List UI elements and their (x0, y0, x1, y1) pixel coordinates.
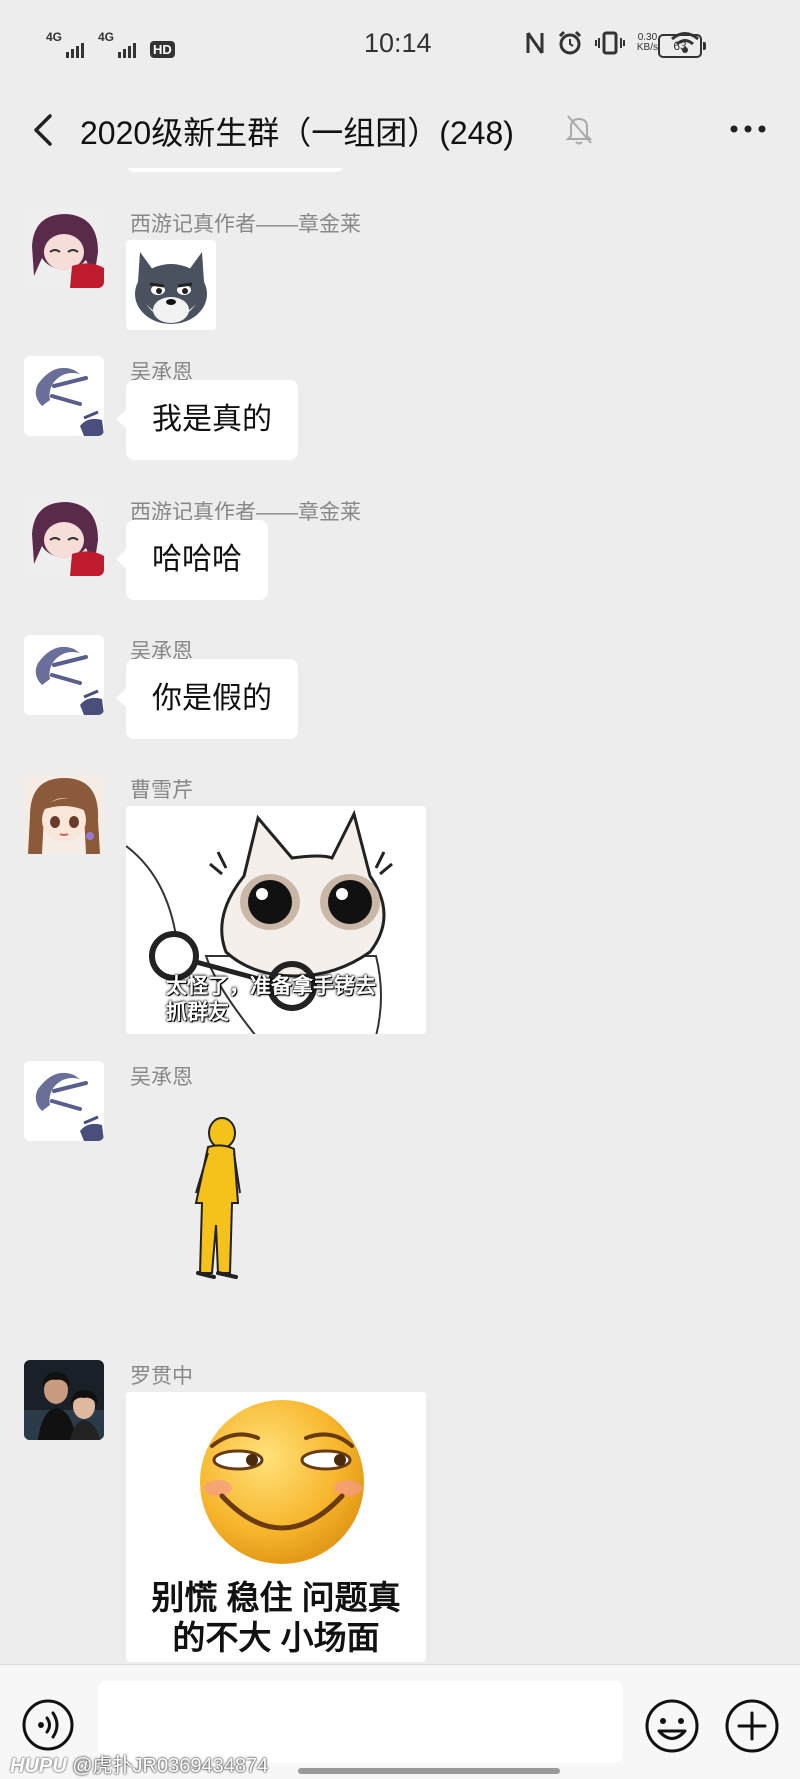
yellow-figure-sticker[interactable] (126, 1093, 426, 1313)
home-indicator[interactable] (298, 1768, 560, 1774)
avatar[interactable] (24, 208, 104, 288)
sender-name: 吴承恩 (130, 1066, 193, 1089)
alarm-icon (558, 30, 581, 55)
watermark-brand: HUPU (10, 1755, 67, 1777)
sticker-caption-line: 别慌 稳住 问题真 (151, 1579, 401, 1616)
status-bar: 4G 4G HD 10:14 0.30 KB/s 63 (0, 0, 800, 92)
message-list[interactable]: 西游记真作者——章金莱 吴承恩 我是真的 西游记真作者——章金莱 哈哈哈 吴承恩… (0, 168, 800, 1664)
watermark: HUPU @虎扑JR0369434874 (10, 1749, 268, 1778)
sender-name: 罗贯中 (130, 1365, 193, 1388)
message-bubble[interactable]: 我是真的 (116, 380, 298, 460)
watermark-user: @虎扑JR0369434874 (72, 1755, 269, 1777)
status-time: 10:14 (364, 28, 432, 58)
husky-dog-sticker[interactable] (126, 240, 216, 330)
sticker-caption-line: 的不大 小场面 (172, 1619, 380, 1656)
avatar[interactable] (24, 1061, 104, 1141)
hd-voice-icon: HD (150, 41, 175, 58)
plus-icon[interactable] (724, 1698, 780, 1754)
input-bar: HUPU @虎扑JR0369434874 (0, 1664, 800, 1779)
chat-header: 2020级新生群（一组团）(248) (0, 92, 800, 168)
mute-bell-icon (565, 115, 593, 145)
sticker-caption-line: 太怪了，准备拿手铐去 (166, 975, 376, 998)
message-bubble[interactable]: 你是假的 (116, 659, 298, 739)
previous-message-bubble (126, 168, 344, 172)
sender-name: 曹雪芹 (130, 779, 193, 802)
back-arrow-icon[interactable] (26, 110, 62, 150)
vibrate-icon (594, 31, 625, 55)
signal-label: 4G (46, 30, 63, 44)
signal-label: 4G (98, 30, 115, 44)
message-bubble[interactable]: 哈哈哈 (116, 520, 268, 600)
nfc-icon (526, 32, 544, 54)
signal-icon: 4G (46, 30, 84, 58)
avatar[interactable] (24, 496, 104, 576)
avatar[interactable] (24, 774, 104, 854)
avatar[interactable] (24, 356, 104, 436)
emoji-icon[interactable] (644, 1698, 700, 1754)
more-options-icon[interactable] (726, 114, 770, 144)
battery-icon: 63 (658, 34, 706, 58)
network-speed: 0.30 KB/s (637, 33, 658, 53)
status-left: 4G 4G HD (46, 30, 175, 58)
avatar[interactable] (24, 635, 104, 715)
smirk-emoji-sticker[interactable]: 别慌 稳住 问题真 的不大 小场面 (126, 1392, 426, 1662)
net-speed-unit: KB/s (636, 42, 658, 53)
chat-title[interactable]: 2020级新生群（一组团）(248) (80, 108, 514, 154)
sender-name: 西游记真作者——章金莱 (130, 213, 361, 236)
sticker-caption: 别慌 稳住 问题真 的不大 小场面 (126, 1578, 426, 1658)
signal-icon: 4G (98, 30, 136, 58)
cat-handcuffs-sticker[interactable]: 太怪了，准备拿手铐去 抓群友 (126, 806, 426, 1034)
sticker-caption-line: 抓群友 (166, 1001, 229, 1024)
sticker-caption: 太怪了，准备拿手铐去 抓群友 (166, 974, 376, 1026)
voice-input-icon[interactable] (21, 1698, 75, 1752)
avatar[interactable] (24, 1360, 104, 1440)
